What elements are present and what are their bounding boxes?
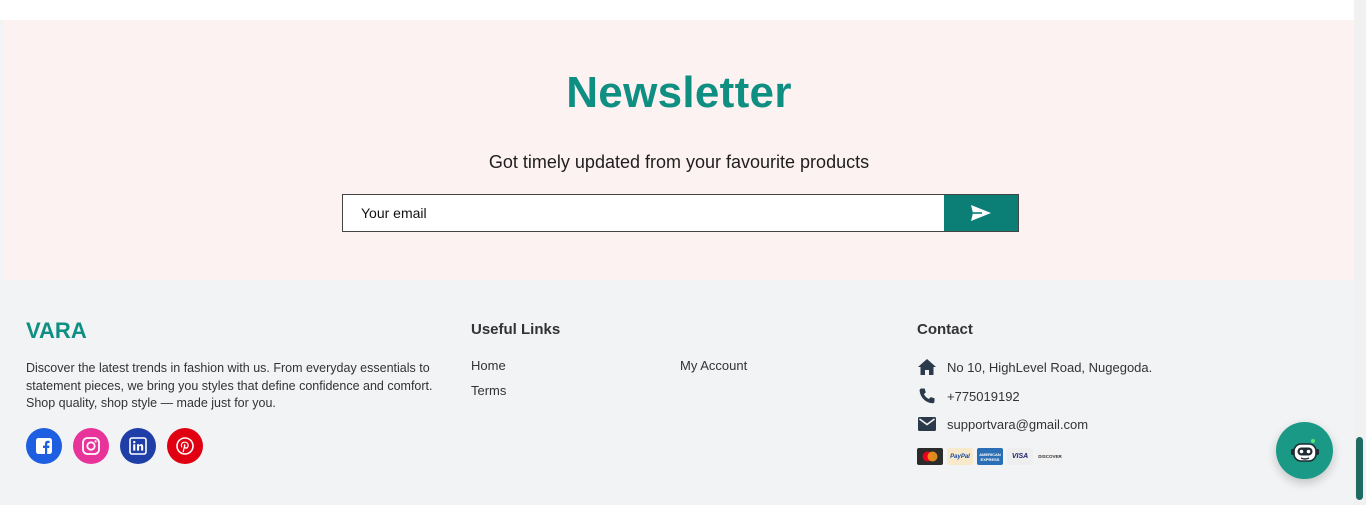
contact-address-text: No 10, HighLevel Road, Nugegoda. <box>947 359 1153 375</box>
discover-icon: DISCOVER <box>1037 448 1063 465</box>
facebook-icon <box>36 438 52 454</box>
site-footer: VARA Discover the latest trends in fashi… <box>4 280 1354 500</box>
scrollbar-thumb[interactable] <box>1356 437 1363 500</box>
footer-link-terms[interactable]: Terms <box>471 383 506 398</box>
linkedin-link[interactable] <box>120 428 156 464</box>
newsletter-section: Newsletter Got timely updated from your … <box>4 20 1354 280</box>
contact-address: No 10, HighLevel Road, Nugegoda. <box>917 357 1152 377</box>
social-links <box>26 428 203 464</box>
page-scrollbar[interactable] <box>1354 0 1366 505</box>
instagram-icon <box>82 437 100 455</box>
newsletter-title: Newsletter <box>566 68 792 117</box>
home-icon <box>917 357 937 377</box>
newsletter-subtitle: Got timely updated from your favourite p… <box>488 152 870 172</box>
phone-icon <box>917 386 937 406</box>
mastercard-icon <box>917 448 943 465</box>
subscribe-button[interactable] <box>944 195 1018 231</box>
instagram-link[interactable] <box>73 428 109 464</box>
email-input[interactable] <box>343 195 944 231</box>
footer-link-my-account[interactable]: My Account <box>680 358 747 373</box>
contact-email: supportvara@gmail.com <box>917 414 1088 434</box>
footer-link-home[interactable]: Home <box>471 358 506 373</box>
page-top-edge <box>0 0 1354 20</box>
robot-icon <box>1290 438 1319 462</box>
newsletter-form <box>342 194 1019 232</box>
contact-phone-text[interactable]: +775019192 <box>947 389 1020 404</box>
facebook-link[interactable] <box>26 428 62 464</box>
footer-brand[interactable]: VARA <box>26 318 87 344</box>
payment-methods: PayPal AMERICAN EXPRESS VISA DISCOVER <box>917 448 1063 465</box>
amex-icon: AMERICAN EXPRESS <box>977 448 1003 465</box>
pinterest-icon <box>176 437 194 455</box>
pinterest-link[interactable] <box>167 428 203 464</box>
contact-email-text[interactable]: supportvara@gmail.com <box>947 417 1088 432</box>
footer-description: Discover the latest trends in fashion wi… <box>26 361 433 410</box>
useful-links-title: Useful Links <box>471 321 561 338</box>
linkedin-icon <box>129 437 147 455</box>
send-icon <box>971 205 991 221</box>
visa-icon: VISA <box>1007 448 1033 465</box>
contact-phone: +775019192 <box>917 386 1020 406</box>
paypal-icon: PayPal <box>947 448 973 465</box>
mail-icon <box>917 414 937 434</box>
chatbot-button[interactable] <box>1276 422 1333 479</box>
contact-title: Contact <box>917 321 973 338</box>
